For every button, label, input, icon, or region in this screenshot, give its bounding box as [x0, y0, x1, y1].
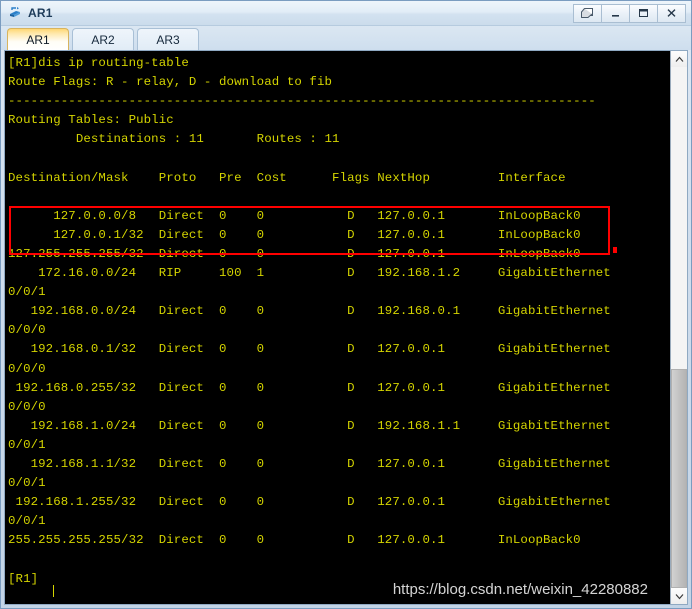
tab-ar1[interactable]: AR1	[7, 28, 69, 50]
tab-label: AR2	[91, 32, 115, 47]
maximize-window-button[interactable]	[629, 3, 658, 23]
scrollbar-track[interactable]	[671, 67, 687, 588]
scrollbar-thumb[interactable]	[671, 369, 687, 588]
tab-label: AR3	[156, 32, 180, 47]
terminal-panel: [R1]dis ip routing-table Route Flags: R …	[4, 50, 688, 605]
router-icon	[7, 5, 23, 21]
terminal-console[interactable]: [R1]dis ip routing-table Route Flags: R …	[5, 51, 670, 604]
restore-window-button[interactable]	[573, 3, 602, 23]
terminal-cursor	[53, 585, 54, 597]
window-controls	[573, 3, 686, 23]
scroll-up-arrow-icon[interactable]	[671, 51, 687, 67]
tab-ar3[interactable]: AR3	[137, 28, 199, 50]
tab-label: AR1	[26, 32, 50, 47]
minimize-window-button[interactable]	[601, 3, 630, 23]
close-window-button[interactable]	[657, 3, 686, 23]
terminal-output: [R1]dis ip routing-table Route Flags: R …	[8, 56, 611, 586]
scroll-down-arrow-icon[interactable]	[671, 588, 687, 604]
device-tabbar: AR1 AR2 AR3	[1, 26, 691, 50]
ensp-device-window: AR1 AR1 AR2 AR3 [R1]dis ip routing-table…	[0, 0, 692, 609]
terminal-scrollbar[interactable]	[670, 51, 687, 604]
window-titlebar: AR1	[1, 1, 691, 26]
highlight-annotation-marker	[613, 247, 617, 253]
window-title: AR1	[28, 6, 53, 20]
tab-ar2[interactable]: AR2	[72, 28, 134, 50]
